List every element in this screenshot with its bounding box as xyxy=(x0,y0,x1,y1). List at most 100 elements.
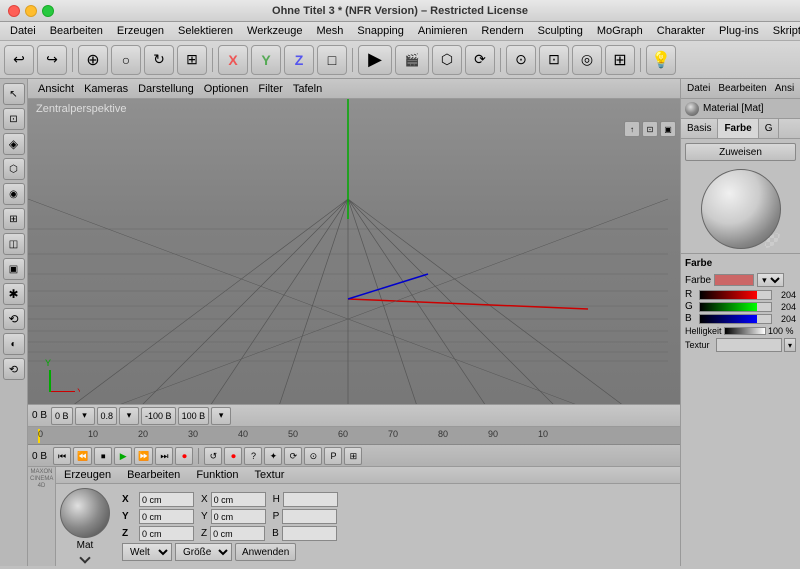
coord-z-input[interactable] xyxy=(139,526,194,541)
viewport[interactable]: Ansicht Kameras Darstellung Optionen Fil… xyxy=(28,79,680,404)
material-button[interactable]: ⬡ xyxy=(432,45,462,75)
mat-tab-bearbeiten[interactable]: Bearbeiten xyxy=(123,467,184,483)
menu-bearbeiten[interactable]: Bearbeiten xyxy=(44,24,109,38)
render-settings-button[interactable]: 🎬 xyxy=(395,45,429,75)
undo-button[interactable]: ↩ xyxy=(4,45,34,75)
rp-menu-bearbeiten[interactable]: Bearbeiten xyxy=(715,82,769,95)
playback-forward-end[interactable]: ⏭ xyxy=(155,447,173,465)
x-axis-button[interactable]: X xyxy=(218,45,248,75)
viewport-canvas[interactable]: Zentralperspektive xyxy=(28,99,680,404)
timeline-input-4[interactable]: 100 B xyxy=(178,407,210,425)
rp-menu-datei[interactable]: Datei xyxy=(684,82,713,95)
coord-p-input[interactable] xyxy=(282,509,337,524)
snap2-button[interactable]: ⊡ xyxy=(539,45,569,75)
mat-tab-textur[interactable]: Textur xyxy=(251,467,289,483)
playback-extra5[interactable]: ⊞ xyxy=(344,447,362,465)
snap-button[interactable]: ⊙ xyxy=(506,45,536,75)
select-button[interactable]: ○ xyxy=(111,45,141,75)
playback-play[interactable]: ▶ xyxy=(114,447,132,465)
lt-rect-btn[interactable]: ⊡ xyxy=(3,108,25,130)
material-swatch[interactable] xyxy=(60,488,110,538)
timeline-dropdown-1[interactable]: ▾ xyxy=(75,407,95,425)
lt-uv-btn[interactable]: ▣ xyxy=(3,258,25,280)
playback-next-frame[interactable]: ⏩ xyxy=(134,447,153,465)
mat-tab-funktion[interactable]: Funktion xyxy=(192,467,242,483)
timeline-bar[interactable]: 0 10 20 30 40 50 60 70 80 90 10 xyxy=(28,427,680,445)
playback-prev-frame[interactable]: ⏪ xyxy=(73,447,92,465)
playback-extra4[interactable]: P xyxy=(324,447,342,465)
timeline-dropdown-2[interactable]: ▾ xyxy=(119,407,139,425)
rp-tab-farbe[interactable]: Farbe xyxy=(718,119,758,138)
viewport-menu-darstellung[interactable]: Darstellung xyxy=(134,82,198,96)
playback-extra2[interactable]: ⟳ xyxy=(284,447,302,465)
render-button[interactable]: ▶ xyxy=(358,45,392,75)
vp-icon-nav[interactable]: ↑ xyxy=(624,121,640,137)
r-bar[interactable] xyxy=(699,290,772,300)
menu-selektieren[interactable]: Selektieren xyxy=(172,24,239,38)
new-button[interactable]: ⊕ xyxy=(78,45,108,75)
lt-face-btn[interactable]: ◫ xyxy=(3,233,25,255)
coord-y-input[interactable] xyxy=(139,509,194,524)
light-button[interactable]: 💡 xyxy=(646,45,676,75)
close-button[interactable] xyxy=(8,5,20,17)
coord-x2-input[interactable] xyxy=(211,492,266,507)
playback-loop[interactable]: ↺ xyxy=(204,447,222,465)
menu-plugins[interactable]: Plug-ins xyxy=(713,24,765,38)
playback-help[interactable]: ? xyxy=(244,447,262,465)
viewport-menu-tafeln[interactable]: Tafeln xyxy=(289,82,326,96)
helligkeit-bar[interactable] xyxy=(724,327,766,335)
menu-animieren[interactable]: Animieren xyxy=(412,24,474,38)
coord-z2-input[interactable] xyxy=(210,526,265,541)
menu-skript[interactable]: Skript xyxy=(767,24,800,38)
z-axis-button[interactable]: Z xyxy=(284,45,314,75)
scale-button[interactable]: ⊞ xyxy=(177,45,207,75)
menu-mograph[interactable]: MoGraph xyxy=(591,24,649,38)
zuweisen-button[interactable]: Zuweisen xyxy=(685,143,796,161)
coord-welt-dropdown[interactable]: Welt xyxy=(122,543,172,561)
objects-button[interactable]: ⟳ xyxy=(465,45,495,75)
viewport-menu-filter[interactable]: Filter xyxy=(254,82,286,96)
menu-datei[interactable]: Datei xyxy=(4,24,42,38)
anwenden-button[interactable]: Anwenden xyxy=(235,543,296,561)
textur-input[interactable] xyxy=(716,338,782,352)
menu-erzeugen[interactable]: Erzeugen xyxy=(111,24,170,38)
menu-snapping[interactable]: Snapping xyxy=(351,24,410,38)
timeline-input-2[interactable]: 0.8 xyxy=(97,407,118,425)
y-axis-button[interactable]: Y xyxy=(251,45,281,75)
coord-button[interactable]: □ xyxy=(317,45,347,75)
playback-stop[interactable]: ⏹ xyxy=(94,447,112,465)
lt-select-btn[interactable]: ↖ xyxy=(3,83,25,105)
vp-icon-zoom[interactable]: ⊡ xyxy=(642,121,658,137)
viewport-menu-ansicht[interactable]: Ansicht xyxy=(34,82,78,96)
lt-brush-btn[interactable]: ✱ xyxy=(3,283,25,305)
tool1-button[interactable]: ⊞ xyxy=(605,45,635,75)
coord-x-input[interactable] xyxy=(139,492,194,507)
farbe-dropdown[interactable]: ▾ xyxy=(757,273,784,287)
lt-poly-btn[interactable]: ⬡ xyxy=(3,158,25,180)
menu-rendern[interactable]: Rendern xyxy=(475,24,529,38)
timeline-dropdown-3[interactable]: ▾ xyxy=(211,407,231,425)
textur-browse-button[interactable]: ▾ xyxy=(784,338,796,352)
snap3-button[interactable]: ◎ xyxy=(572,45,602,75)
lt-smooth-btn[interactable]: ⟲ xyxy=(3,358,25,380)
menu-mesh[interactable]: Mesh xyxy=(310,24,349,38)
lt-circle-btn[interactable]: ◈ xyxy=(3,133,25,155)
viewport-menu-kameras[interactable]: Kameras xyxy=(80,82,132,96)
mat-tab-erzeugen[interactable]: Erzeugen xyxy=(60,467,115,483)
coord-b-input[interactable] xyxy=(282,526,337,541)
playback-record[interactable]: ⏺ xyxy=(175,447,193,465)
vp-icon-cam[interactable]: ▣ xyxy=(660,121,676,137)
playback-extra3[interactable]: ⊙ xyxy=(304,447,322,465)
playback-rewind-start[interactable]: ⏮ xyxy=(53,447,71,465)
rp-tab-basis[interactable]: Basis xyxy=(681,119,718,138)
lt-edge-btn[interactable]: ⊞ xyxy=(3,208,25,230)
coord-y2-input[interactable] xyxy=(211,509,266,524)
rotate-button[interactable]: ↻ xyxy=(144,45,174,75)
lt-point-btn[interactable]: ◉ xyxy=(3,183,25,205)
menu-werkzeuge[interactable]: Werkzeuge xyxy=(241,24,308,38)
redo-button[interactable]: ↪ xyxy=(37,45,67,75)
menu-charakter[interactable]: Charakter xyxy=(651,24,711,38)
coord-size-dropdown[interactable]: Größe xyxy=(175,543,232,561)
timeline-input-3[interactable]: -100 B xyxy=(141,407,176,425)
menu-sculpting[interactable]: Sculpting xyxy=(532,24,589,38)
